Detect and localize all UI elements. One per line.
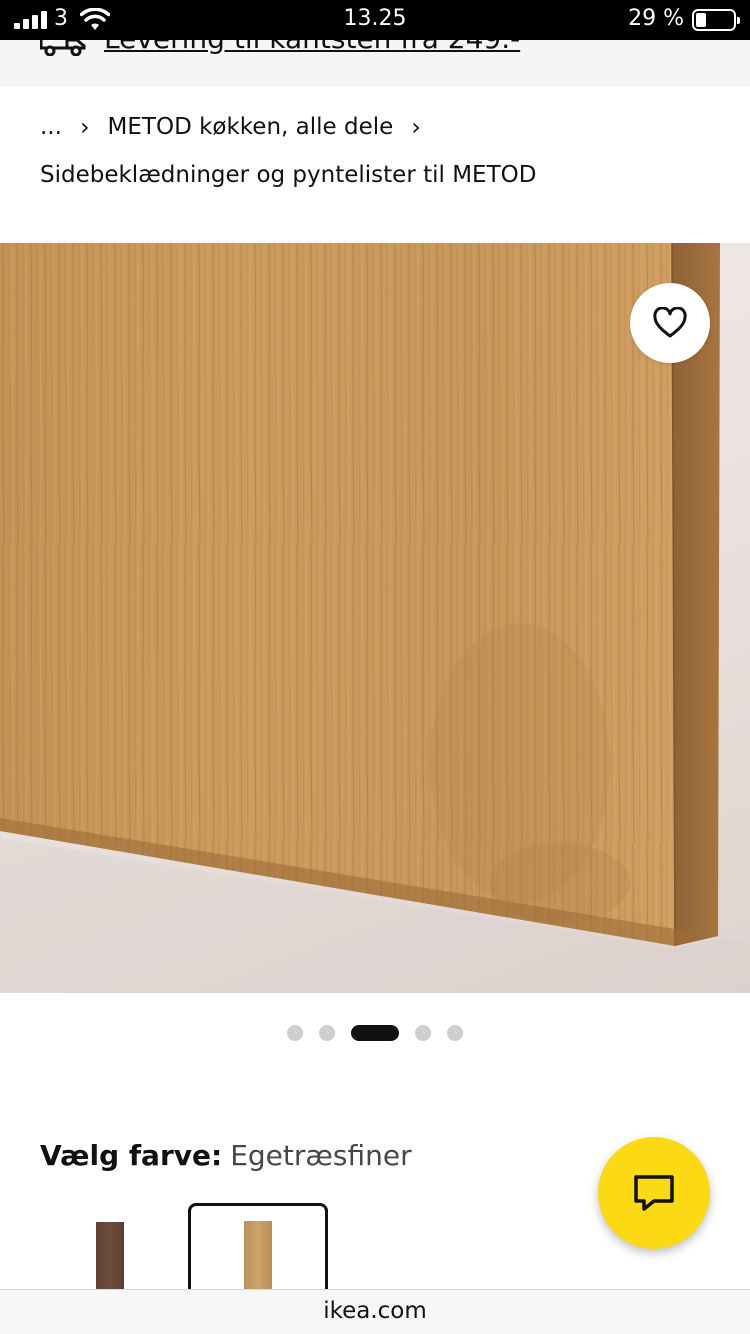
chevron-right-icon: › [411,113,421,141]
chat-button[interactable] [598,1137,710,1249]
breadcrumb: ... › METOD køkken, alle dele › [40,113,421,141]
color-swatch-dark-oak[interactable] [40,1204,178,1302]
chevron-right-icon: › [79,113,90,141]
carousel-indicator [0,1025,750,1041]
truck-icon [40,40,86,56]
status-bar: 3 13.25 29 % [0,0,750,40]
battery-percent: 29 % [628,6,684,31]
favorite-button[interactable] [630,283,710,363]
battery-icon [692,9,740,31]
delivery-link[interactable]: Levering til kantsten fra 249.- [104,40,520,55]
breadcrumb-category-link[interactable]: METOD køkken, alle dele [108,114,394,140]
carousel-dot-active[interactable] [351,1025,399,1041]
breadcrumb-ellipsis[interactable]: ... [40,114,62,140]
carousel-dot[interactable] [287,1025,303,1041]
chat-icon [634,1175,674,1211]
carousel-dot[interactable] [319,1025,335,1041]
oak-panel-graphic [0,243,750,993]
heart-icon [653,307,687,338]
delivery-banner: Levering til kantsten fra 249.- [0,40,750,87]
breadcrumb-subcategory-link[interactable]: Sidebeklædninger og pyntelister til METO… [40,162,536,188]
carousel-dot[interactable] [415,1025,431,1041]
color-select-label: Vælg farve: Egetræsfiner [40,1139,412,1172]
url-domain: ikea.com [323,1298,427,1324]
selected-color-name: Egetræsfiner [230,1139,412,1172]
carousel-dot[interactable] [447,1025,463,1041]
product-image[interactable] [0,243,750,993]
browser-url-bar[interactable]: ikea.com [0,1289,750,1334]
color-select-title: Vælg farve: [40,1139,223,1172]
color-swatch-oak-selected[interactable] [188,1203,328,1301]
